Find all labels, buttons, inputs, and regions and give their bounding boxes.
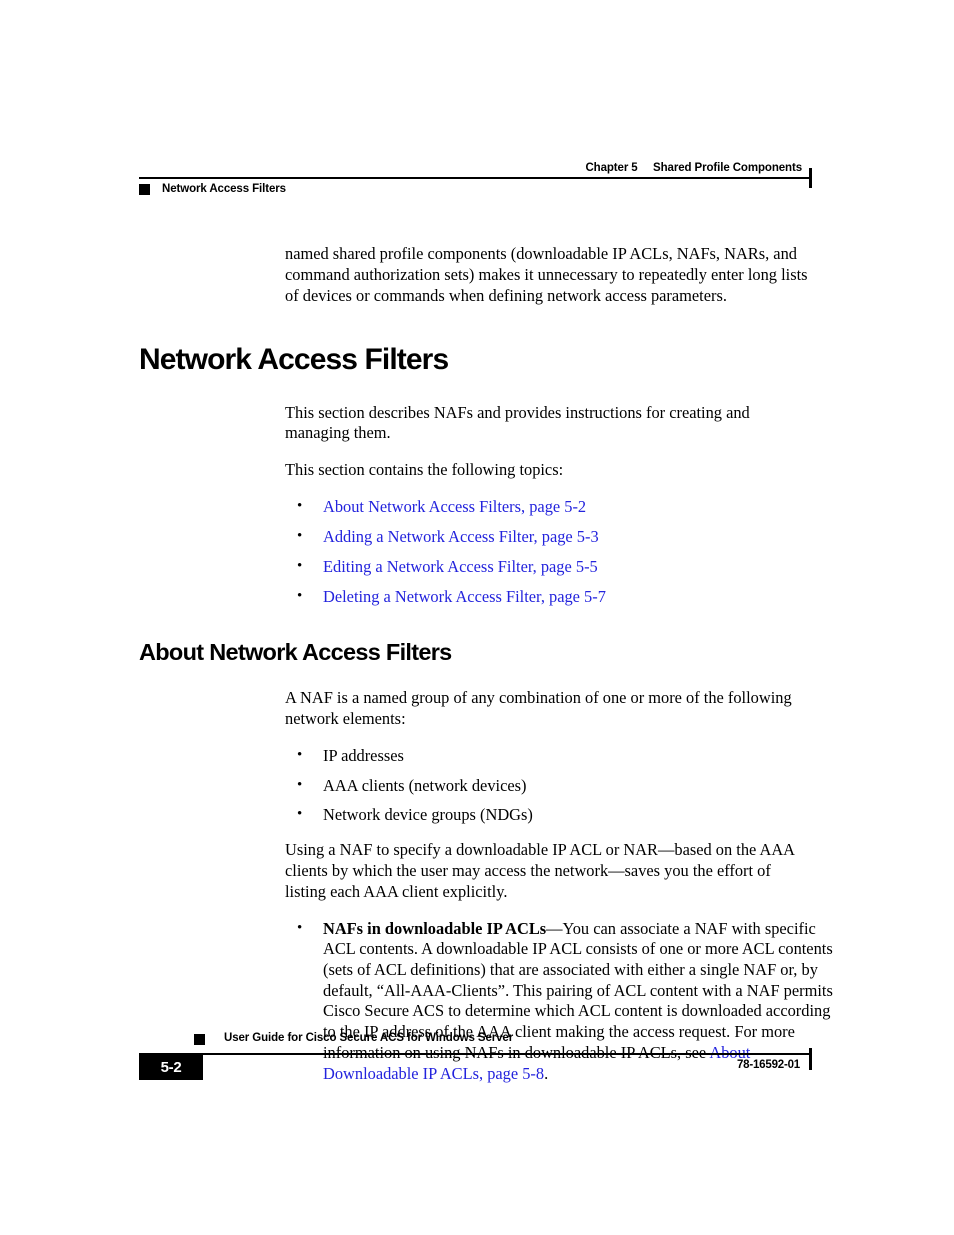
subsection-title: About Network Access Filters — [139, 639, 452, 666]
topic-link[interactable]: Deleting a Network Access Filter, page 5… — [323, 587, 606, 606]
list-item-label: Network device groups (NDGs) — [323, 805, 533, 825]
topic-link[interactable]: Editing a Network Access Filter, page 5-… — [323, 557, 598, 576]
square-bullet-icon — [194, 1034, 205, 1045]
topic-link[interactable]: Adding a Network Access Filter, page 5-3 — [323, 527, 599, 546]
square-bullet-icon — [139, 183, 150, 195]
list-item-label: AAA clients (network devices) — [323, 775, 527, 795]
running-header: Chapter 5 Shared Profile Components Netw… — [139, 162, 812, 195]
topic-link[interactable]: About Network Access Filters, page 5-2 — [323, 497, 586, 516]
subsection-heading-wrap: About Network Access Filters — [139, 639, 829, 666]
footer-bottom-row: 5-2 78-16592-01 — [139, 1048, 812, 1083]
section-paragraph-2: This section contains the following topi… — [285, 460, 564, 480]
document-page: Chapter 5 Shared Profile Components Netw… — [0, 0, 954, 1235]
page-title: Network Access Filters — [139, 342, 449, 376]
running-footer: User Guide for Cisco Secure ACS for Wind… — [139, 1032, 812, 1083]
intro-paragraph: named shared profile components (downloa… — [285, 244, 808, 305]
section-heading-wrap: Network Access Filters — [139, 343, 829, 377]
subsection-paragraph-1: A NAF is a named group of any combinatio… — [285, 688, 792, 728]
page-content: named shared profile components (downloa… — [139, 228, 833, 1093]
section-paragraph-1: This section describes NAFs and provides… — [285, 402, 750, 443]
page-number-badge: 5-2 — [139, 1055, 203, 1080]
list-item: Adding a Network Access Filter, page 5-3 — [297, 526, 839, 548]
header-subtitle-row: Network Access Filters — [139, 183, 812, 195]
naf-bullet-bold-lead: NAFs in downloadable IP ACLs — [323, 918, 547, 938]
list-item: AAA clients (network devices) — [297, 775, 839, 797]
network-elements-list: IP addresses AAA clients (network device… — [139, 745, 829, 826]
list-item: Editing a Network Access Filter, page 5-… — [297, 556, 839, 578]
list-item: Network device groups (NDGs) — [297, 804, 839, 826]
header-subtitle-label: Network Access Filters — [162, 183, 286, 195]
list-item: Deleting a Network Access Filter, page 5… — [297, 586, 839, 608]
subsection-paragraph-2: Using a NAF to specify a downloadable IP… — [285, 840, 795, 901]
document-number-label: 78-16592-01 — [736, 1059, 800, 1071]
topic-link-list: About Network Access Filters, page 5-2 A… — [139, 496, 829, 607]
footer-title-row: User Guide for Cisco Secure ACS for Wind… — [139, 1032, 812, 1052]
footer-edge-tick — [809, 1048, 812, 1070]
header-divider-rule — [139, 168, 812, 188]
footer-guide-title: User Guide for Cisco Secure ACS for Wind… — [224, 1032, 514, 1044]
list-item: About Network Access Filters, page 5-2 — [297, 496, 839, 518]
list-item-label: IP addresses — [323, 746, 404, 765]
header-chapter-label: Chapter 5 Shared Profile Components — [585, 162, 802, 174]
list-item: IP addresses — [297, 745, 839, 767]
